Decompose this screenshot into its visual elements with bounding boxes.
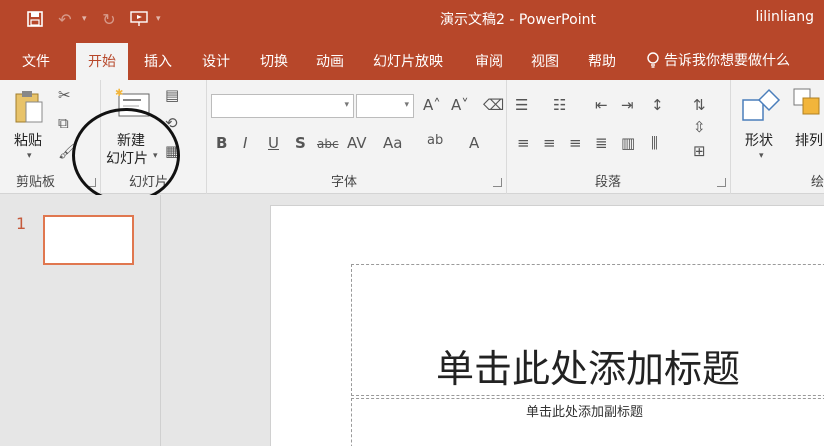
tab-design[interactable]: 设计	[202, 51, 230, 71]
drawing-group-label: 绘	[811, 175, 824, 190]
tell-me-text: 告诉我你想要做什么	[664, 53, 790, 69]
shapes-label[interactable]: 形状	[745, 130, 773, 150]
distributed-icon[interactable]: ▥	[621, 136, 635, 151]
save-icon[interactable]	[22, 6, 48, 32]
slide-editor: 单击此处添加标题 单击此处添加副标题	[162, 195, 824, 446]
window-title: 演示文稿2 - PowerPoint	[440, 12, 596, 28]
paste-dropdown-icon[interactable]: ▾	[27, 152, 32, 161]
quick-access-toolbar: ↶ ▾ ↻ ▾	[22, 6, 166, 32]
columns-icon[interactable]: ⫼	[651, 136, 658, 151]
align-center-icon[interactable]: ≡	[543, 136, 556, 151]
drawing-group: 形状 ▾ 排列 绘	[731, 80, 824, 194]
align-right-icon[interactable]: ≡	[569, 136, 582, 151]
tab-file[interactable]: 文件	[22, 51, 50, 71]
tab-insert[interactable]: 插入	[144, 51, 172, 71]
tab-transitions[interactable]: 切换	[260, 51, 288, 71]
increase-font-icon[interactable]: A˄	[423, 98, 441, 113]
slide-canvas[interactable]: 单击此处添加标题 单击此处添加副标题	[270, 205, 824, 446]
undo-icon[interactable]: ↶	[52, 6, 78, 32]
align-left-icon[interactable]: ≡	[517, 136, 530, 151]
shapes-icon[interactable]	[741, 88, 781, 127]
layout-icon[interactable]: ▤	[165, 88, 179, 103]
paste-icon[interactable]	[14, 90, 44, 127]
font-group-label: 字体	[331, 175, 358, 190]
smartart-icon[interactable]: ⊞	[693, 144, 706, 159]
bold-icon[interactable]: B	[216, 136, 227, 151]
clear-format-icon[interactable]: ⌫	[483, 98, 504, 113]
slide-thumbnail[interactable]	[43, 215, 134, 265]
tell-me-box[interactable]: 告诉我你想要做什么	[646, 50, 790, 70]
font-name-combobox[interactable]: ▾	[211, 94, 354, 118]
numbering-icon[interactable]: ☷	[553, 98, 566, 113]
decrease-indent-icon[interactable]: ⇤	[595, 98, 608, 113]
paragraph-launcher-icon[interactable]	[717, 178, 726, 187]
undo-dropdown-icon[interactable]: ▾	[82, 14, 92, 24]
tab-view[interactable]: 视图	[531, 51, 559, 71]
arrange-icon[interactable]	[793, 88, 823, 123]
clipboard-group-label: 剪贴板	[16, 175, 56, 190]
title-placeholder-text: 单击此处添加标题	[436, 347, 741, 391]
underline-icon[interactable]: U	[268, 136, 279, 151]
ribbon: 粘贴 ▾ ✂ ⧉ 🖌 剪贴板 ✱ 新建 幻灯片 ▾ ▤ ⟲ ▦ 幻灯片 ▾ ▾ …	[0, 80, 824, 203]
font-color-icon[interactable]: A	[469, 136, 479, 151]
subtitle-placeholder-text: 单击此处添加副标题	[526, 405, 644, 420]
annotation-circle	[72, 108, 180, 203]
title-placeholder[interactable]: 单击此处添加标题	[351, 264, 824, 396]
cut-icon[interactable]: ✂	[58, 88, 71, 103]
slide-thumbnail-pane: 1	[0, 195, 161, 446]
strikethrough-icon[interactable]: abc	[317, 138, 339, 150]
lightbulb-icon	[647, 52, 659, 68]
shapes-dropdown-icon[interactable]: ▾	[759, 152, 764, 161]
tab-review[interactable]: 审阅	[475, 51, 503, 71]
paragraph-group-label: 段落	[595, 175, 622, 190]
tab-help[interactable]: 帮助	[588, 51, 616, 71]
paragraph-group: ☰ ☷ ⇤ ⇥ ↕ ⇅ ⇳ ⊞ ≡ ≡ ≡ ≣ ▥ ⫼ 段落	[507, 80, 731, 194]
tab-slideshow[interactable]: 幻灯片放映	[373, 51, 443, 71]
decrease-font-icon[interactable]: A˅	[451, 98, 469, 113]
slide-number: 1	[16, 214, 27, 233]
customize-icon[interactable]: ▾	[156, 14, 166, 24]
line-spacing-icon[interactable]: ↕	[651, 98, 664, 113]
character-spacing-icon[interactable]: AV	[347, 136, 367, 151]
text-direction-icon[interactable]: ⇅	[693, 98, 706, 113]
ribbon-tabs: 文件 开始 插入 设计 切换 动画 幻灯片放映 审阅 视图 帮助 告诉我你想要做…	[0, 38, 824, 80]
subtitle-placeholder[interactable]: 单击此处添加副标题	[351, 398, 824, 446]
font-size-combobox[interactable]: ▾	[356, 94, 414, 118]
italic-icon[interactable]: I	[243, 136, 247, 151]
justify-icon[interactable]: ≣	[595, 136, 608, 151]
shadow-icon[interactable]: S	[295, 136, 306, 151]
present-icon[interactable]	[126, 6, 152, 32]
increase-indent-icon[interactable]: ⇥	[621, 98, 634, 113]
highlight-icon[interactable]: ab	[427, 134, 443, 147]
font-group: ▾ ▾ A˄ A˅ ⌫ B I U S abc AV Aa ab A 字体	[207, 80, 507, 194]
tab-home[interactable]: 开始	[76, 43, 128, 80]
arrange-label[interactable]: 排列	[795, 130, 823, 150]
svg-text:✱: ✱	[115, 88, 123, 99]
bullets-icon[interactable]: ☰	[515, 98, 528, 113]
align-text-icon[interactable]: ⇳	[693, 120, 706, 135]
paste-label[interactable]: 粘贴	[14, 130, 42, 150]
user-name[interactable]: lilinliang	[755, 9, 814, 25]
redo-icon[interactable]: ↻	[96, 6, 122, 32]
copy-icon[interactable]: ⧉	[58, 116, 69, 131]
font-launcher-icon[interactable]	[493, 178, 502, 187]
change-case-icon[interactable]: Aa	[383, 136, 402, 151]
tab-animations[interactable]: 动画	[316, 51, 344, 71]
title-bar: ↶ ▾ ↻ ▾ 演示文稿2 - PowerPoint lilinliang	[0, 0, 824, 38]
